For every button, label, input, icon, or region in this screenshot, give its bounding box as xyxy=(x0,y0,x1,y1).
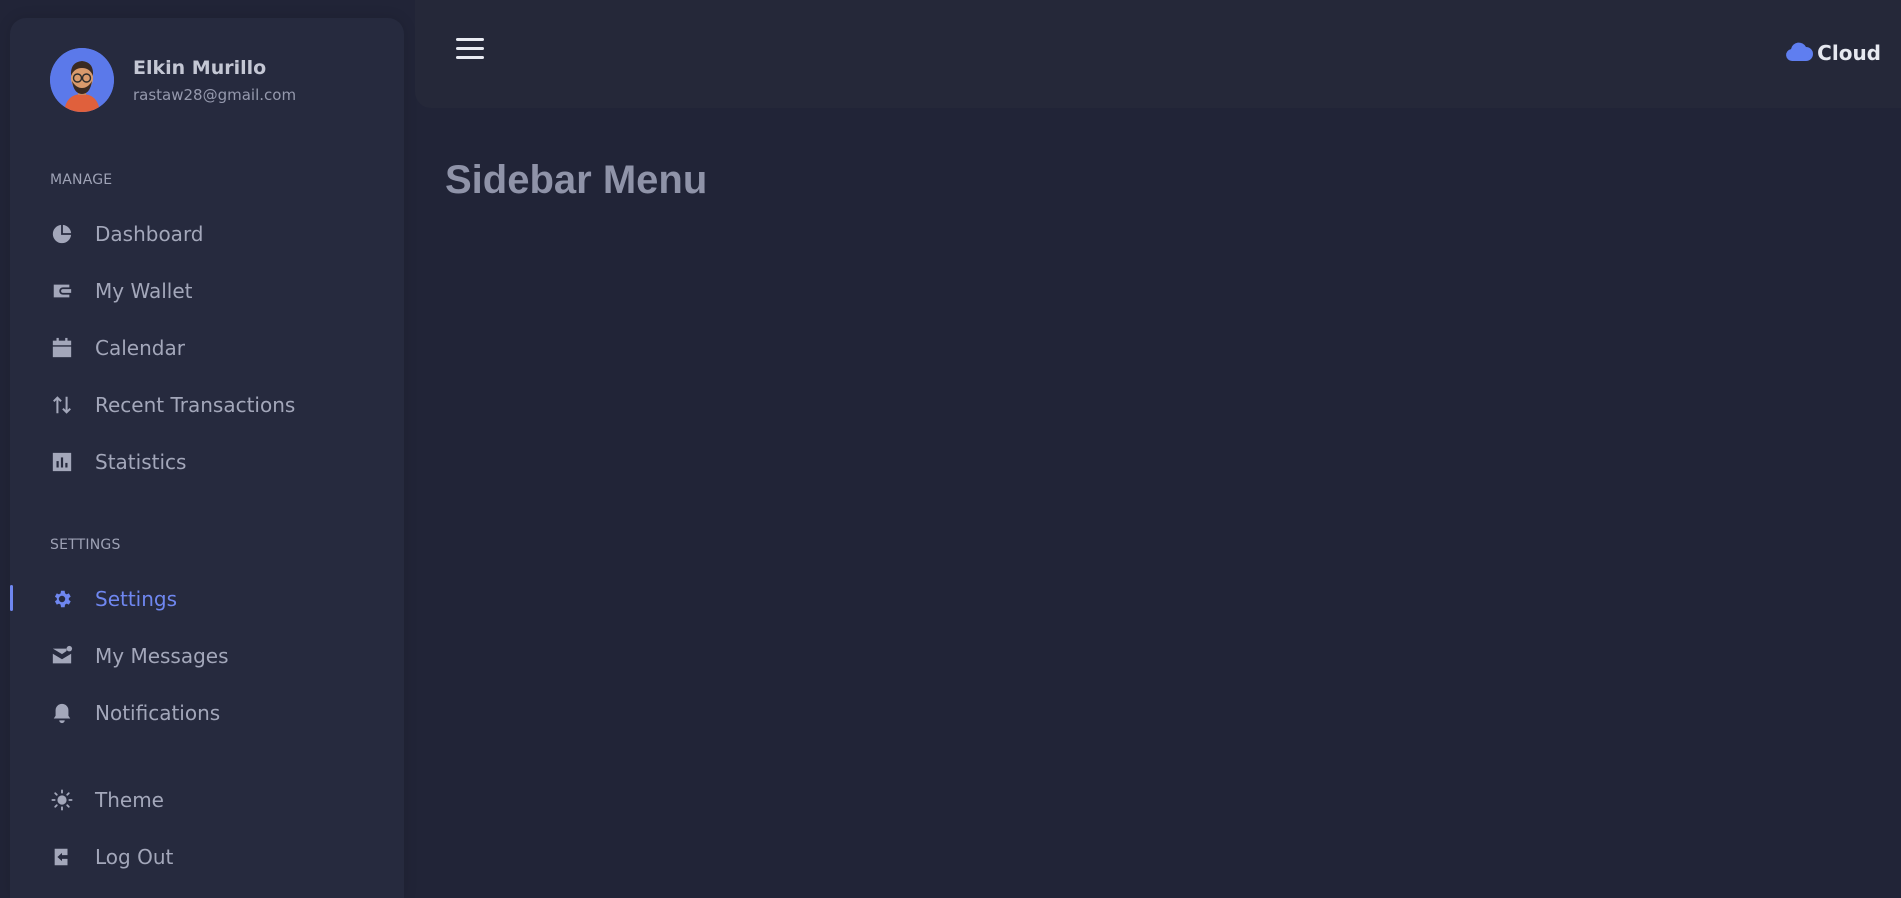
top-bar xyxy=(415,0,1901,108)
gear-icon xyxy=(50,587,74,611)
bar-chart-icon xyxy=(50,450,74,474)
sidebar-item-logout[interactable]: Log Out xyxy=(10,834,404,880)
sidebar-item-theme[interactable]: Theme xyxy=(10,777,404,823)
bell-icon xyxy=(50,701,74,725)
section-title-settings: SETTINGS xyxy=(50,537,121,553)
sidebar-item-label: Theme xyxy=(95,788,164,812)
user-name: Elkin Murillo xyxy=(133,57,267,79)
mail-notification-icon xyxy=(50,644,74,668)
sidebar-item-label: My Messages xyxy=(95,644,229,668)
sidebar-item-label: Settings xyxy=(95,587,178,611)
calendar-icon xyxy=(50,336,74,360)
wallet-icon xyxy=(50,279,74,303)
sidebar-item-messages[interactable]: My Messages xyxy=(10,633,404,679)
avatar[interactable] xyxy=(50,48,114,112)
swap-vertical-icon xyxy=(50,393,74,417)
sidebar-item-statistics[interactable]: Statistics xyxy=(10,439,404,485)
sidebar-item-dashboard[interactable]: Dashboard xyxy=(10,211,404,257)
pie-chart-icon xyxy=(50,222,74,246)
sidebar-item-label: Calendar xyxy=(95,336,185,360)
brand-label: Cloud xyxy=(1817,41,1881,65)
sidebar-item-label: Dashboard xyxy=(95,222,204,246)
user-profile[interactable]: Elkin Murillo rastaw28@gmail.com xyxy=(50,48,296,112)
active-indicator xyxy=(10,585,13,611)
sidebar: Elkin Murillo rastaw28@gmail.com MANAGE … xyxy=(10,18,404,898)
cloud-icon xyxy=(1785,40,1814,66)
sidebar-item-notifications[interactable]: Notifications xyxy=(10,690,404,736)
sidebar-item-calendar[interactable]: Calendar xyxy=(10,325,404,371)
avatar-illustration xyxy=(50,48,114,112)
sidebar-item-label: Recent Transactions xyxy=(95,393,296,417)
sidebar-item-settings[interactable]: Settings xyxy=(10,576,404,622)
sidebar-item-label: Statistics xyxy=(95,450,187,474)
sidebar-item-wallet[interactable]: My Wallet xyxy=(10,268,404,314)
hamburger-menu-icon[interactable] xyxy=(456,38,484,64)
user-email: rastaw28@gmail.com xyxy=(133,86,297,104)
brand[interactable]: Cloud xyxy=(1785,40,1881,66)
sidebar-item-transactions[interactable]: Recent Transactions xyxy=(10,382,404,428)
logout-icon xyxy=(50,845,74,869)
sidebar-item-label: Notifications xyxy=(95,701,221,725)
sidebar-item-label: Log Out xyxy=(95,845,174,869)
page-title: Sidebar Menu xyxy=(445,158,708,202)
sidebar-item-label: My Wallet xyxy=(95,279,193,303)
section-title-manage: MANAGE xyxy=(50,172,113,188)
sun-icon xyxy=(50,788,74,812)
